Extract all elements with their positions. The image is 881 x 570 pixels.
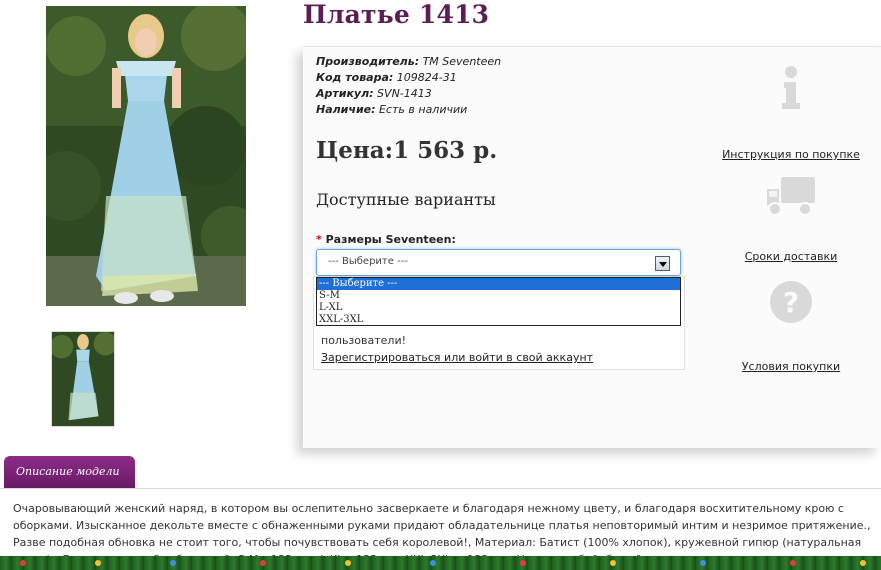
required-mark: * [316, 233, 322, 246]
size-option[interactable]: XXL-3XL [317, 314, 680, 326]
tab-description[interactable]: Описание модели [4, 456, 135, 488]
meta-article: Артикул: SVN-1413 [316, 86, 501, 102]
meta-product-code: Код товара: 109824-31 [316, 70, 501, 86]
dress-photo-image [46, 6, 246, 306]
size-label: * Размеры Seventeen: [316, 233, 456, 246]
product-thumbnail[interactable] [51, 331, 115, 427]
product-page: Платье 1413 Производитель: TM Seventeen … [0, 0, 881, 570]
purchase-conditions-link[interactable]: Условия покупки [742, 360, 840, 373]
garland-ornament [260, 560, 266, 566]
truck-icon [767, 177, 815, 216]
garland-ornament [610, 560, 616, 566]
garland-ornament [20, 560, 26, 566]
meta-product-code-label: Код товара: [316, 71, 394, 84]
size-select-value: --- Выберите --- [328, 256, 408, 267]
meta-manufacturer: Производитель: TM Seventeen [316, 54, 501, 70]
purchase-instructions-link[interactable]: Инструкция по покупке [722, 148, 860, 161]
christmas-garland-decoration [0, 556, 881, 570]
meta-article-value: SVN-1413 [373, 87, 432, 100]
size-option[interactable]: --- Выберите --- [317, 278, 680, 290]
product-info-panel: Производитель: TM Seventeen Код товара: … [303, 46, 881, 448]
garland-ornament [430, 560, 436, 566]
meta-manufacturer-label: Производитель: [316, 55, 420, 68]
svg-text:?: ? [783, 286, 799, 319]
garland-ornament [345, 560, 351, 566]
purchase-instructions-item: Инструкция по покупке [708, 65, 874, 162]
garland-ornament [790, 560, 796, 566]
login-notice-text: пользователи! [321, 334, 407, 347]
register-login-link[interactable]: Зарегистрироваться или войти в свой акка… [321, 351, 593, 364]
product-price: Цена:1 563 р. [316, 137, 498, 164]
garland-ornament [95, 560, 101, 566]
dress-thumbnail-image [52, 332, 114, 426]
product-title: Платье 1413 [303, 0, 490, 29]
delivery-terms-link[interactable]: Сроки доставки [745, 250, 838, 263]
meta-manufacturer-value: TM Seventeen [419, 55, 502, 68]
dropdown-arrow-icon[interactable] [655, 256, 670, 271]
product-meta: Производитель: TM Seventeen Код товара: … [316, 54, 501, 118]
garland-ornament [170, 560, 176, 566]
meta-availability-value: Есть в наличии [375, 103, 468, 116]
meta-availability-label: Наличие: [316, 103, 376, 116]
meta-availability: Наличие: Есть в наличии [316, 102, 501, 118]
garland-ornament [520, 560, 526, 566]
garland-ornament [700, 560, 706, 566]
meta-product-code-value: 109824-31 [393, 71, 457, 84]
meta-article-label: Артикул: [316, 87, 374, 100]
size-select[interactable]: --- Выберите --- [316, 249, 681, 276]
size-option[interactable]: S-M [317, 290, 680, 302]
product-main-photo[interactable] [46, 6, 246, 306]
garland-ornament [860, 560, 866, 566]
size-option[interactable]: L-XL [317, 302, 680, 314]
size-label-text: Размеры Seventeen: [325, 233, 456, 246]
info-icon [782, 66, 800, 109]
variants-heading: Доступные варианты [316, 190, 496, 209]
size-dropdown-list[interactable]: --- Выберите --- S-M L-XL XXL-3XL [316, 277, 681, 326]
purchase-conditions-item: ? Условия покупки [708, 279, 874, 374]
delivery-terms-item: Сроки доставки [708, 175, 874, 264]
question-icon: ? [770, 281, 812, 323]
